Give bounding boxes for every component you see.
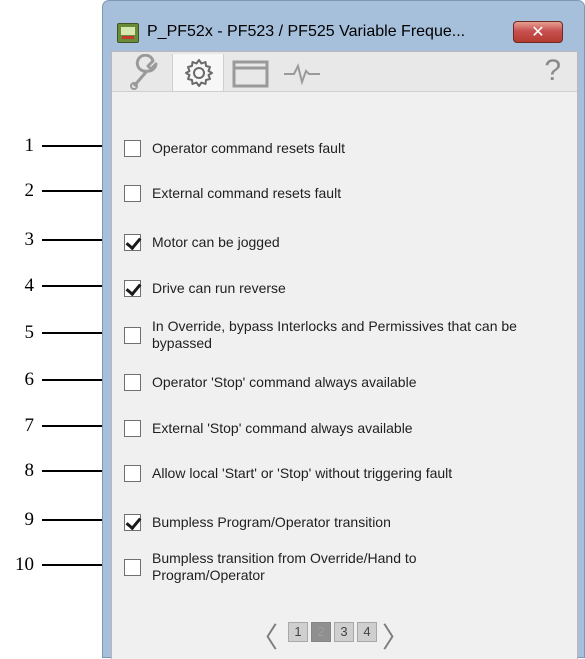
callout-number: 9 xyxy=(24,509,35,530)
faceplate-window: P_PF52x - PF523 / PF525 Variable Freque.… xyxy=(102,0,585,659)
tab-trends[interactable] xyxy=(278,54,330,91)
help-icon[interactable]: ? xyxy=(544,54,561,88)
checkbox[interactable] xyxy=(124,234,141,251)
option-label: Drive can run reverse xyxy=(152,280,286,296)
window-icon xyxy=(232,60,269,88)
option-label: Bumpless transition from Override/Hand t… xyxy=(152,550,417,583)
trend-icon xyxy=(284,63,320,86)
page-button-2[interactable]: 2 xyxy=(311,622,331,642)
close-button[interactable]: ✕ xyxy=(513,21,563,43)
option-label: Allow local 'Start' or 'Stop' without tr… xyxy=(152,465,453,481)
tab-toolbar: ? xyxy=(112,52,577,92)
callout-number: 7 xyxy=(24,415,35,436)
checkbox[interactable] xyxy=(124,280,141,297)
pager: 〈 1 2 3 4 〉 xyxy=(112,612,577,654)
callout-number: 1 xyxy=(24,135,35,156)
checkbox[interactable] xyxy=(124,327,141,344)
callout-number: 10 xyxy=(15,554,34,575)
callout-number: 8 xyxy=(24,460,35,481)
wrench-icon xyxy=(130,53,158,90)
option-label: Motor can be jogged xyxy=(152,234,280,250)
page-button-4[interactable]: 4 xyxy=(357,622,377,642)
option-label: Bumpless Program/Operator transition xyxy=(152,514,391,530)
prev-page-button[interactable]: 〈 xyxy=(250,616,278,656)
option-label: Operator 'Stop' command always available xyxy=(152,374,417,390)
checkbox[interactable] xyxy=(124,514,141,531)
faceplate-panel: ? Operator command resets fault External… xyxy=(111,51,578,659)
app-icon xyxy=(117,23,139,43)
page-button-1[interactable]: 1 xyxy=(288,622,308,642)
checkbox[interactable] xyxy=(124,185,141,202)
title-bar[interactable]: P_PF52x - PF523 / PF525 Variable Freque.… xyxy=(103,1,584,45)
tab-maintenance[interactable] xyxy=(120,53,172,91)
gear-icon xyxy=(185,59,213,87)
checkbox[interactable] xyxy=(124,140,141,157)
callout-number: 3 xyxy=(24,229,35,250)
callout-number: 2 xyxy=(24,180,35,201)
tab-configuration[interactable] xyxy=(172,54,224,91)
next-page-button[interactable]: 〉 xyxy=(382,616,410,656)
checkbox[interactable] xyxy=(124,374,141,391)
callout-number: 5 xyxy=(24,322,35,343)
window-title: P_PF52x - PF523 / PF525 Variable Freque.… xyxy=(147,23,466,40)
checkbox[interactable] xyxy=(124,465,141,482)
checkbox[interactable] xyxy=(124,559,141,576)
option-label: In Override, bypass Interlocks and Permi… xyxy=(152,318,517,351)
page-button-3[interactable]: 3 xyxy=(334,622,354,642)
option-label: Operator command resets fault xyxy=(152,140,345,156)
option-label: External command resets fault xyxy=(152,185,342,201)
checkbox[interactable] xyxy=(124,420,141,437)
callout-number: 6 xyxy=(24,369,35,390)
option-label: External 'Stop' command always available xyxy=(152,420,413,436)
tab-hmi[interactable] xyxy=(225,54,277,91)
callout-number: 4 xyxy=(24,275,35,296)
